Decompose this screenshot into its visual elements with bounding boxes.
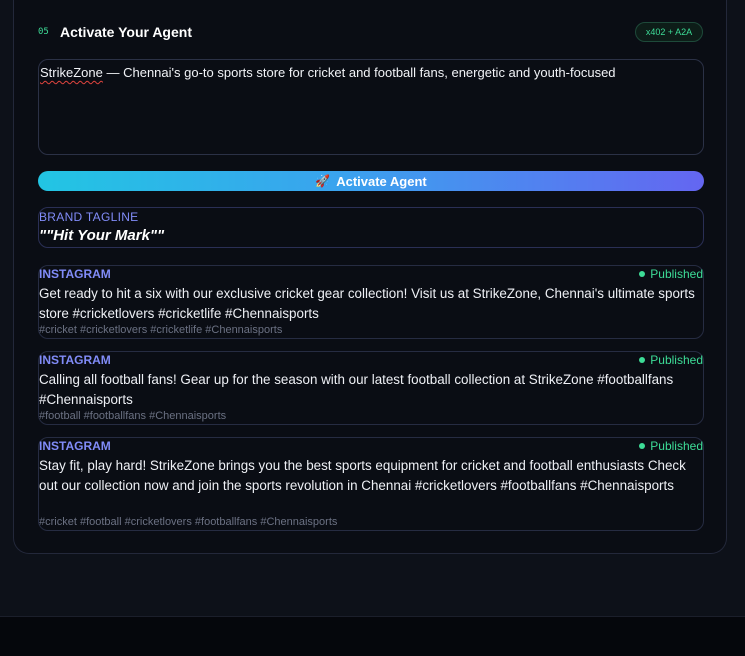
protocol-badge: x402 + A2A bbox=[635, 22, 703, 42]
rocket-icon: 🚀 bbox=[315, 174, 331, 188]
status-dot-icon bbox=[639, 357, 646, 363]
status-text: Published bbox=[650, 439, 703, 453]
platform-label: INSTAGRAM bbox=[39, 267, 111, 281]
brand-description-text: — Chennai's go-to sports store for crick… bbox=[102, 65, 616, 80]
post-hashtags: #cricket #cricketlovers #cricketlife #Ch… bbox=[39, 324, 283, 336]
tagline-label: BRAND TAGLINE bbox=[39, 210, 139, 224]
status-dot-icon bbox=[639, 271, 646, 277]
platform-label: INSTAGRAM bbox=[39, 353, 111, 367]
tagline-text: ""Hit Your Mark"" bbox=[39, 227, 165, 244]
status-badge: Published bbox=[639, 353, 703, 367]
activate-agent-button[interactable]: 🚀 Activate Agent bbox=[38, 171, 704, 191]
post-card: INSTAGRAM Published Get ready to hit a s… bbox=[38, 265, 704, 339]
platform-label: INSTAGRAM bbox=[39, 439, 111, 453]
status-text: Published bbox=[650, 267, 703, 281]
section-title: Activate Your Agent bbox=[60, 24, 192, 40]
brand-description-input[interactable]: StrikeZone — Chennai's go-to sports stor… bbox=[38, 59, 704, 155]
brand-name-text: StrikeZone bbox=[40, 65, 103, 80]
post-hashtags: #cricket #football #cricketlovers #footb… bbox=[39, 516, 338, 528]
post-body: Calling all football fans! Gear up for t… bbox=[39, 372, 674, 407]
post-hashtags: #football #footballfans #Chennaisports bbox=[39, 410, 227, 422]
post-card: INSTAGRAM Published Stay fit, play hard!… bbox=[38, 437, 704, 531]
step-number: 05 bbox=[38, 27, 49, 37]
activate-agent-label: Activate Agent bbox=[336, 173, 427, 189]
status-badge: Published bbox=[639, 439, 703, 453]
brand-tagline-panel: BRAND TAGLINE ""Hit Your Mark"" bbox=[38, 207, 704, 248]
post-body: Get ready to hit a six with our exclusiv… bbox=[39, 286, 695, 321]
status-dot-icon bbox=[639, 443, 646, 449]
post-body: Stay fit, play hard! StrikeZone brings y… bbox=[39, 458, 686, 493]
footer-bar bbox=[0, 616, 745, 656]
status-badge: Published bbox=[639, 267, 703, 281]
post-card: INSTAGRAM Published Calling all football… bbox=[38, 351, 704, 425]
status-text: Published bbox=[650, 353, 703, 367]
